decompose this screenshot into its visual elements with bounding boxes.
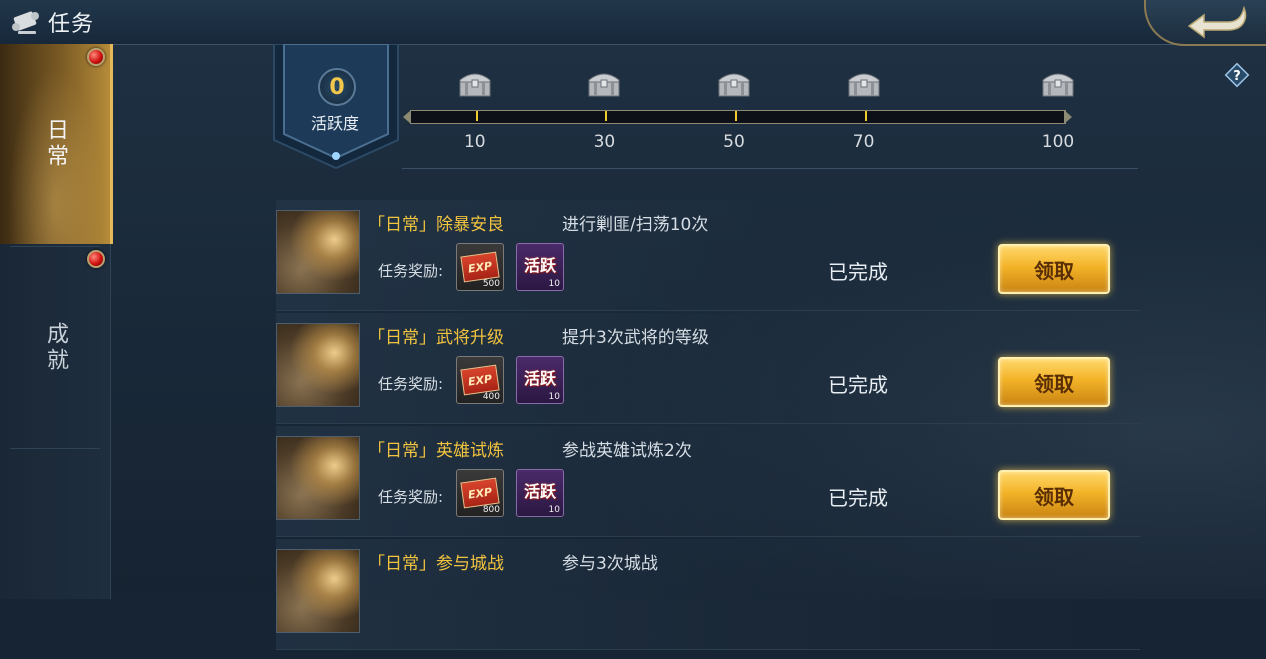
task-portrait	[276, 323, 360, 407]
activity-reward-icon: 活跃	[523, 369, 556, 388]
task-portrait	[276, 549, 360, 633]
exp-reward-count: 400	[482, 392, 500, 402]
activity-banner	[273, 44, 399, 170]
exp-icon: EXP	[460, 477, 500, 509]
panel-divider	[402, 168, 1138, 169]
milestone-label: 10	[463, 132, 486, 152]
activity-reward-icon: 活跃	[523, 482, 556, 501]
treasure-chest-icon[interactable]	[1040, 68, 1076, 98]
progress-right-cap	[1064, 110, 1072, 124]
milestone-label: 70	[852, 132, 875, 152]
milestone-tick	[475, 111, 478, 121]
reward-label: 任务奖励:	[378, 262, 444, 280]
sidebar-divider	[10, 246, 100, 247]
activity-reward-icon: 活跃	[523, 256, 556, 275]
sidebar-divider	[10, 448, 100, 449]
activity-reward[interactable]: 活跃 10	[516, 356, 564, 404]
notification-badge-achievement	[87, 250, 105, 268]
task-status: 已完成	[828, 260, 888, 284]
header-title-group: 任务	[10, 6, 94, 38]
task-row: 「日常」英雄试炼 参战英雄试炼2次任务奖励: EXP 800 活跃 10 已完成 领取	[276, 426, 1140, 546]
activity-progress-bar	[410, 110, 1066, 124]
help-icon[interactable]: ?	[1224, 62, 1250, 88]
sidebar: 日常 成就	[0, 44, 113, 599]
tab-achievement-label: 成就	[43, 322, 68, 374]
exp-reward[interactable]: EXP 500	[456, 243, 504, 291]
task-portrait	[276, 436, 360, 520]
treasure-chest-icon[interactable]	[716, 68, 752, 98]
task-name: 「日常」除暴安良	[368, 215, 504, 235]
milestone-tick	[605, 111, 608, 121]
task-description: 提升3次武将的等级	[562, 328, 709, 348]
activity-value: 0	[318, 68, 356, 106]
exp-icon: EXP	[460, 251, 500, 283]
exp-reward-count: 800	[482, 505, 500, 515]
task-description: 参与3次城战	[562, 554, 658, 574]
notification-badge-daily	[87, 48, 105, 66]
task-name: 「日常」英雄试炼	[368, 441, 504, 461]
milestone-label: 30	[593, 132, 616, 152]
back-button-frame	[1144, 0, 1266, 46]
task-status: 已完成	[828, 373, 888, 397]
exp-reward[interactable]: EXP 400	[456, 356, 504, 404]
reward-label: 任务奖励:	[378, 375, 444, 393]
reward-label: 任务奖励:	[378, 488, 444, 506]
task-name: 「日常」武将升级	[368, 328, 504, 348]
milestone-tick	[1054, 111, 1056, 121]
task-row: 「日常」武将升级 提升3次武将的等级任务奖励: EXP 400 活跃 10 已完成 领取	[276, 313, 1140, 433]
activity-reward-count: 10	[548, 505, 560, 515]
task-row: 「日常」参与城战 参与3次城战	[276, 539, 1140, 659]
claim-button[interactable]: 领取	[998, 470, 1110, 520]
tab-achievement[interactable]: 成就	[0, 248, 110, 448]
exp-icon: EXP	[460, 364, 500, 396]
task-status: 已完成	[828, 486, 888, 510]
milestone-label: 100	[1041, 132, 1075, 152]
exp-reward-count: 500	[482, 279, 500, 289]
milestone-tick	[864, 111, 867, 121]
svg-text:?: ?	[1233, 69, 1241, 84]
exp-reward[interactable]: EXP 800	[456, 469, 504, 517]
activity-reward-count: 10	[548, 279, 560, 289]
treasure-chest-icon[interactable]	[846, 68, 882, 98]
treasure-chest-icon[interactable]	[586, 68, 622, 98]
progress-left-cap	[403, 110, 411, 124]
activity-reward[interactable]: 活跃 10	[516, 243, 564, 291]
task-description: 进行剿匪/扫荡10次	[562, 215, 709, 235]
activity-label: 活跃度	[310, 114, 359, 133]
milestone-label: 50	[723, 132, 745, 152]
claim-button[interactable]: 领取	[998, 244, 1110, 294]
task-row: 「日常」除暴安良 进行剿匪/扫荡10次任务奖励: EXP 500 活跃 10 已完成 领取	[276, 200, 1140, 320]
task-name: 「日常」参与城战	[368, 554, 504, 574]
task-portrait	[276, 210, 360, 294]
header-bar: 任务	[0, 0, 1266, 46]
page-title: 任务	[48, 12, 95, 37]
back-arrow-icon	[1187, 5, 1247, 39]
activity-reward[interactable]: 活跃 10	[516, 469, 564, 517]
scroll-icon	[10, 7, 42, 37]
activity-reward-count: 10	[548, 392, 560, 402]
back-button[interactable]	[1186, 4, 1252, 40]
claim-button[interactable]: 领取	[998, 357, 1110, 407]
task-description: 参战英雄试炼2次	[562, 441, 692, 461]
treasure-chest-icon[interactable]	[457, 68, 493, 98]
milestone-tick	[735, 111, 737, 121]
tab-daily-label: 日常	[43, 118, 68, 170]
tab-daily[interactable]: 日常	[0, 44, 113, 244]
